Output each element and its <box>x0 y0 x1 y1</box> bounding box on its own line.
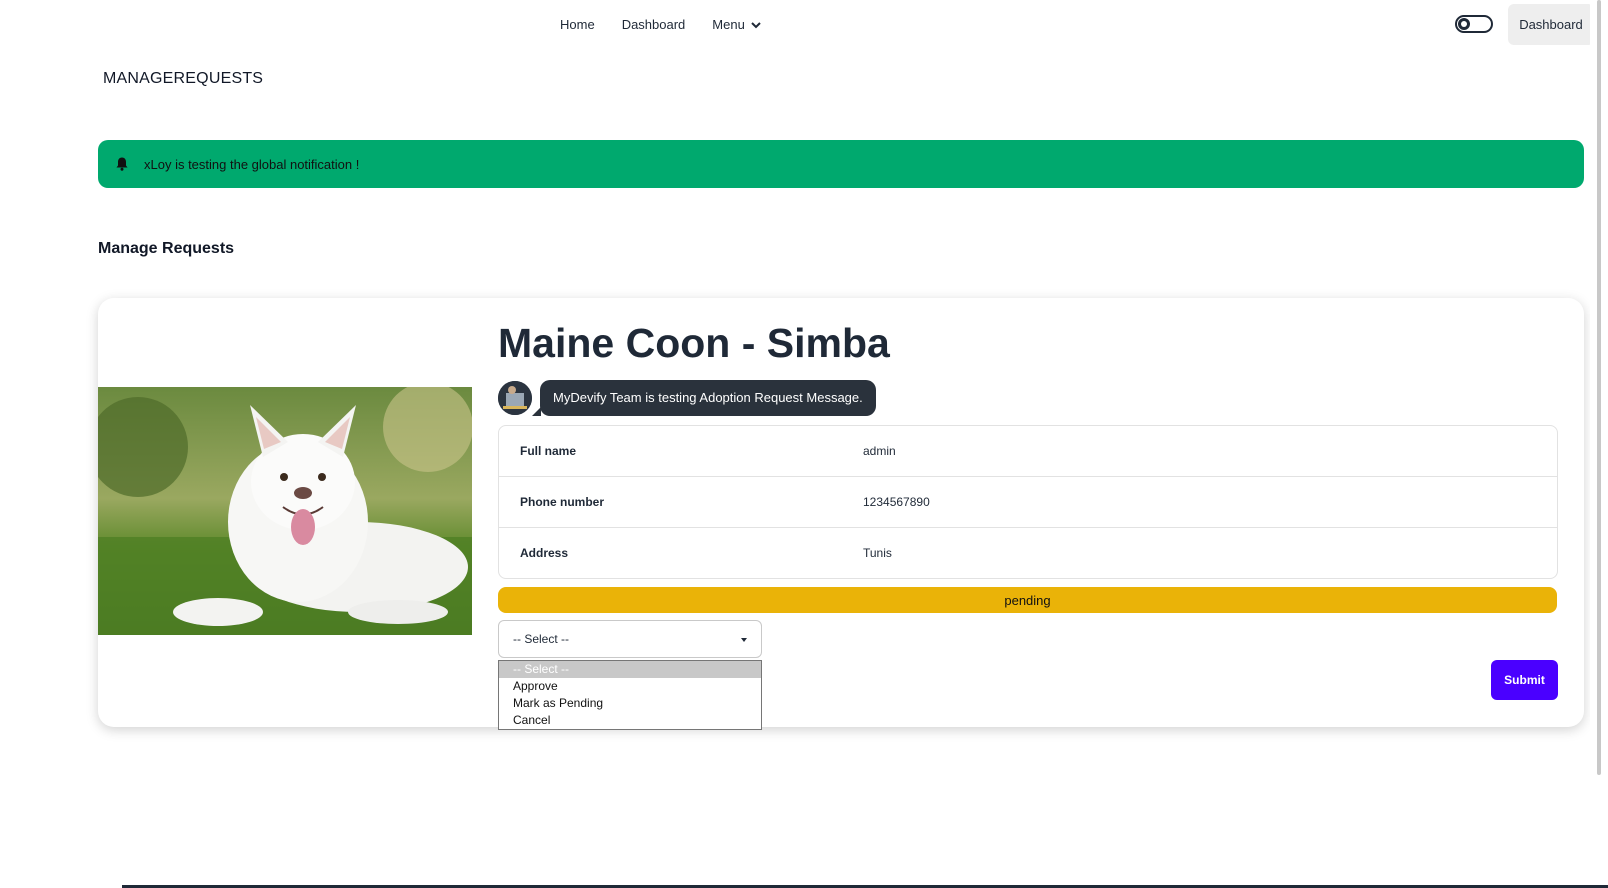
pet-photo <box>98 387 472 635</box>
detail-value: admin <box>863 444 896 458</box>
detail-value: Tunis <box>863 546 892 560</box>
scrollbar-thumb[interactable] <box>1597 0 1601 775</box>
global-notification: xLoy is testing the global notification … <box>98 140 1584 188</box>
notification-text: xLoy is testing the global notification … <box>144 156 360 172</box>
nav-menu-label: Menu <box>712 17 745 32</box>
dropdown-option[interactable]: -- Select -- <box>499 661 761 678</box>
select-value: -- Select -- <box>513 632 570 646</box>
nav-home-link[interactable]: Home <box>560 17 595 32</box>
chevron-down-icon <box>751 21 761 28</box>
theme-toggle-icon <box>1458 18 1470 30</box>
action-dropdown-list: -- Select -- Approve Mark as Pending Can… <box>498 660 762 730</box>
avatar <box>498 381 532 415</box>
dashboard-button[interactable]: Dashboard <box>1508 4 1594 45</box>
submit-button[interactable]: Submit <box>1491 660 1558 700</box>
pet-title: Maine Coon - Simba <box>498 320 890 366</box>
message-bubble: MyDevify Team is testing Adoption Reques… <box>532 380 876 416</box>
detail-label: Address <box>520 546 569 560</box>
caret-down-icon <box>741 638 747 642</box>
bell-icon <box>115 157 129 171</box>
adoption-message: MyDevify Team is testing Adoption Reques… <box>498 380 876 416</box>
request-card: Maine Coon - Simba MyDevify Team is test… <box>98 298 1584 730</box>
dropdown-option-cancel[interactable]: Cancel <box>499 712 761 729</box>
nav-links: Home Dashboard Menu <box>560 17 761 32</box>
dropdown-option-pending[interactable]: Mark as Pending <box>499 695 761 712</box>
detail-label: Phone number <box>520 495 605 509</box>
vertical-scrollbar[interactable] <box>1590 0 1608 888</box>
nav-dashboard-link[interactable]: Dashboard <box>622 17 686 32</box>
action-select[interactable]: -- Select -- <box>498 620 762 658</box>
request-details-table: Full name admin Phone number 1234567890 … <box>498 425 1558 579</box>
status-badge: pending <box>498 587 1557 613</box>
detail-label: Full name <box>520 444 577 458</box>
page-header: MANAGEREQUESTS <box>103 70 264 87</box>
table-row: Address Tunis <box>499 528 1557 578</box>
detail-value: 1234567890 <box>863 495 930 509</box>
dropdown-option-approve[interactable]: Approve <box>499 678 761 695</box>
top-navbar: Home Dashboard Menu Dashboard <box>0 0 1608 50</box>
table-row: Full name admin <box>499 426 1557 477</box>
table-row: Phone number 1234567890 <box>499 477 1557 528</box>
theme-toggle[interactable] <box>1455 15 1493 33</box>
section-title: Manage Requests <box>98 240 235 257</box>
nav-menu-dropdown[interactable]: Menu <box>712 17 761 32</box>
